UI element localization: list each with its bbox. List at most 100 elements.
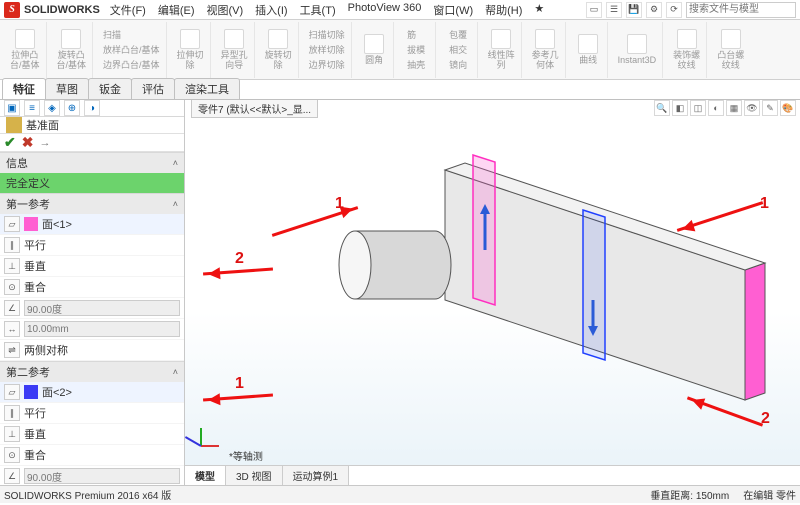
cancel-button[interactable]: ✖ (22, 134, 34, 151)
rb-pattern[interactable]: 线性阵列 (482, 22, 522, 78)
rb-instant3d[interactable]: Instant3D (612, 22, 664, 78)
rb-revolve-boss[interactable]: 旋转凸台/基体 (51, 22, 94, 78)
rb-extrude-cut[interactable]: 拉伸切除 (171, 22, 211, 78)
search-input[interactable] (686, 2, 796, 18)
tb-options-icon[interactable]: ⚙ (646, 2, 662, 18)
tab-sketch[interactable]: 草图 (45, 78, 89, 99)
annotation-label-2b: 2 (761, 410, 770, 428)
pm-feature-tree-icon[interactable]: ▣ (4, 100, 20, 116)
menu-insert[interactable]: 插入(I) (255, 2, 287, 18)
menu-view[interactable]: 视图(V) (207, 2, 244, 18)
face-icon: ▱ (4, 216, 20, 232)
rb-extrude-boss[interactable]: 拉伸凸台/基体 (4, 22, 47, 78)
app-logo-icon: S (4, 2, 20, 18)
pm-header: 基准面 (0, 117, 184, 134)
y-axis-icon (200, 428, 202, 446)
distance-icon: ↔ (4, 321, 20, 337)
rb-revolve-cut[interactable]: 旋转切除 (259, 22, 299, 78)
angle-icon: ∠ (4, 468, 20, 484)
section-info[interactable]: 信息˄ (0, 152, 184, 173)
command-tabs: 特征 草图 钣金 评估 渲染工具 (0, 80, 800, 100)
rb-hole-wizard[interactable]: 异型孔向导 (215, 22, 255, 78)
x-axis-icon (201, 445, 219, 447)
rb-fillet[interactable]: 圆角 (356, 22, 394, 78)
menu-window[interactable]: 窗口(W) (433, 2, 473, 18)
rb-thread1[interactable]: 装饰螺纹线 (667, 22, 707, 78)
angle2-input[interactable] (24, 468, 180, 484)
angle-row[interactable]: ∠ (0, 298, 184, 319)
view-triad[interactable] (193, 421, 227, 455)
pm-tab-icons: ▣ ≡ ◈ ⊕ ◑ (0, 100, 184, 117)
first-ref-selection[interactable]: ▱ 面<1> (0, 214, 184, 235)
pm-dim-icon[interactable]: ⊕ (64, 100, 80, 116)
coincident-icon: ⊙ (4, 279, 20, 295)
menu-file[interactable]: 文件(F) (110, 2, 146, 18)
titlebar-tools: ▭ ☰ 💾 ⚙ ⟳ (586, 2, 800, 18)
annotation-label-1b: 1 (235, 375, 244, 393)
graphics-area[interactable]: 零件7 (默认<<默认>_显... 🔍 ◧ ◫ ◐ ▦ 👁 ✎ 🎨 (185, 100, 800, 485)
annotation-label-2: 2 (235, 250, 244, 268)
tb-save-icon[interactable]: 💾 (626, 2, 642, 18)
status-app: SOLIDWORKS Premium 2016 x64 版 (4, 487, 171, 502)
coincident-icon: ⊙ (4, 447, 20, 463)
pink-swatch-icon (24, 217, 38, 231)
angle-icon: ∠ (4, 300, 20, 316)
first-ref-value: 面<1> (42, 216, 72, 232)
ribbon: 拉伸凸台/基体 旋转凸台/基体 扫描放样凸台/基体边界凸台/基体 拉伸切除 异型… (0, 20, 800, 80)
opt-coincident[interactable]: ⊙重合 (0, 277, 184, 298)
second-ref-selection[interactable]: ▱ 面<2> (0, 382, 184, 403)
annotation-label-1: 1 (335, 195, 344, 213)
menu-tools[interactable]: 工具(T) (300, 2, 336, 18)
tb-open-icon[interactable]: ☰ (606, 2, 622, 18)
opt-symmetric[interactable]: ⇌两侧对称 (0, 340, 184, 361)
btab-3dview[interactable]: 3D 视图 (226, 466, 283, 485)
distance-row[interactable]: ↔ (0, 319, 184, 340)
property-manager: ▣ ≡ ◈ ⊕ ◑ 基准面 ✔ ✖ → 信息˄ 完全定义 第一参考˄ ▱面<1>… (0, 100, 185, 485)
distance-input[interactable] (24, 321, 180, 337)
pm-appearance-icon[interactable]: ◑ (84, 100, 100, 116)
face-icon: ▱ (4, 384, 20, 400)
chevron-up-icon: ˄ (173, 367, 178, 377)
tab-sheetmetal[interactable]: 钣金 (88, 78, 132, 99)
btab-model[interactable]: 模型 (185, 466, 226, 485)
rb-curves[interactable]: 曲线 (570, 22, 608, 78)
rb-thread2[interactable]: 凸台螺纹线 (711, 22, 750, 78)
opt2-parallel[interactable]: ∥平行 (0, 403, 184, 424)
tab-evaluate[interactable]: 评估 (131, 78, 175, 99)
pm-property-icon[interactable]: ≡ (24, 100, 40, 116)
view-orientation-label: *等轴测 (229, 448, 263, 463)
rb-ref-geom[interactable]: 参考几何体 (526, 22, 566, 78)
angle2-row[interactable]: ∠ (0, 466, 184, 485)
app-name: SOLIDWORKS (24, 4, 100, 16)
rb-sweep-cut-group[interactable]: 扫描切除放样切除边界切除 (303, 22, 352, 78)
section-first-ref[interactable]: 第一参考˄ (0, 193, 184, 214)
menu-star-icon[interactable]: ★ (534, 2, 544, 18)
symmetric-icon: ⇌ (4, 342, 20, 358)
tb-new-icon[interactable]: ▭ (586, 2, 602, 18)
pm-config-icon[interactable]: ◈ (44, 100, 60, 116)
section-second-ref[interactable]: 第二参考˄ (0, 361, 184, 382)
rb-wrap-group[interactable]: 包覆相交镜向 (440, 22, 478, 78)
angle-input[interactable] (24, 300, 180, 316)
menu-photoview[interactable]: PhotoView 360 (348, 2, 422, 18)
opt2-perpendicular[interactable]: ⊥垂直 (0, 424, 184, 445)
second-ref-value: 面<2> (42, 384, 72, 400)
tb-rebuild-icon[interactable]: ⟳ (666, 2, 682, 18)
btab-motion[interactable]: 运动算例1 (283, 466, 350, 485)
chevron-up-icon: ˄ (173, 199, 178, 209)
status-distance: 垂直距离: 150mm (650, 487, 729, 502)
menu-edit[interactable]: 编辑(E) (158, 2, 195, 18)
opt-perpendicular[interactable]: ⊥垂直 (0, 256, 184, 277)
ok-button[interactable]: ✔ (4, 134, 16, 151)
title-bar: S SOLIDWORKS 文件(F) 编辑(E) 视图(V) 插入(I) 工具(… (0, 0, 800, 20)
rb-rib-group[interactable]: 筋拔模抽壳 (398, 22, 436, 78)
opt2-coincident[interactable]: ⊙重合 (0, 445, 184, 466)
preview-button[interactable]: → (39, 137, 50, 149)
opt-parallel[interactable]: ∥平行 (0, 235, 184, 256)
menu-help[interactable]: 帮助(H) (485, 2, 522, 18)
tab-features[interactable]: 特征 (2, 78, 46, 99)
rb-sweep-group[interactable]: 扫描放样凸台/基体边界凸台/基体 (97, 22, 167, 78)
pm-confirm-row: ✔ ✖ → (0, 134, 184, 152)
pm-title: 基准面 (26, 117, 59, 133)
tab-render[interactable]: 渲染工具 (174, 78, 240, 99)
